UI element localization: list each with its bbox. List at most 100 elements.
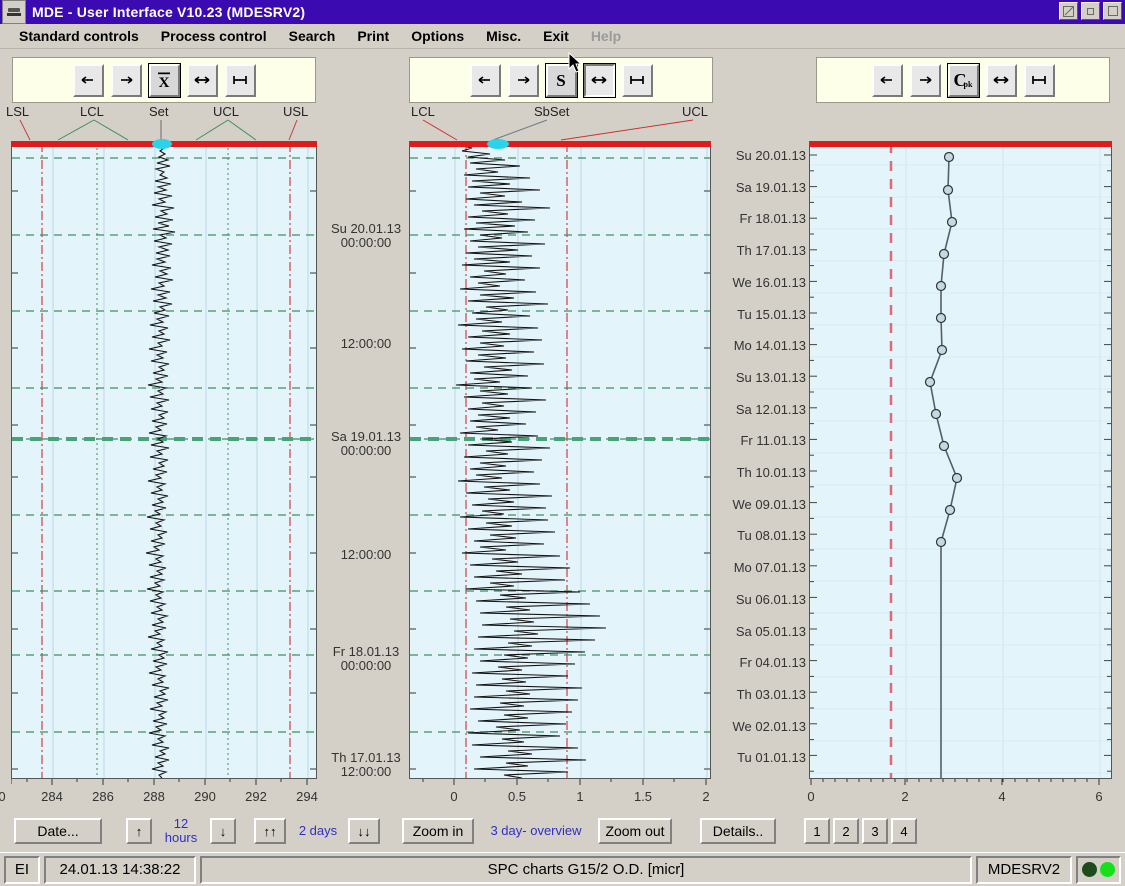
time-tick-time: 12:00:00	[326, 337, 406, 351]
expand-horizontal-button[interactable]	[187, 64, 218, 97]
cpk-date-label: Th 10.01.13	[714, 465, 806, 480]
cpk-date-label: Mo 14.01.13	[714, 338, 806, 353]
s-axis-ticks	[409, 779, 711, 789]
xbar-xtick-2: 288	[134, 789, 174, 804]
cpk-date-label: Fr 11.01.13	[714, 433, 806, 448]
cpk-date-label: We 02.01.13	[714, 719, 806, 734]
zoom-out-button[interactable]: Zoom out	[598, 818, 672, 844]
plot-edge-ticks	[810, 143, 1111, 778]
app-printer-icon	[2, 0, 26, 24]
cpk-xtick-0b: 0	[791, 789, 831, 804]
scroll-left-button[interactable]	[470, 64, 501, 97]
cpk-chart-button[interactable]: Cpk	[948, 64, 979, 97]
s-xtick-0: 0	[434, 789, 474, 804]
restore-button[interactable]	[1059, 2, 1078, 20]
time-tick-time: 12:00:00	[326, 548, 406, 562]
plot-edge-ticks	[12, 143, 316, 778]
time-tick-date: Th 17.01.13	[326, 751, 406, 765]
xbar-set-marker	[152, 139, 172, 149]
small-span-unit: hours	[160, 831, 202, 845]
page-button-3[interactable]: 3	[862, 818, 888, 844]
cpk-date-label: Tu 08.01.13	[714, 528, 806, 543]
expand-horizontal-button[interactable]	[986, 64, 1017, 97]
time-tick-5: Th 17.01.13 12:00:00	[326, 751, 406, 779]
menu-process-control[interactable]: Process control	[150, 26, 278, 46]
small-span-label: 12 hours	[160, 817, 202, 845]
s-xtick-1: 0.5	[497, 789, 537, 804]
window-title: MDE - User Interface V10.23 (MDESRV2)	[32, 4, 305, 20]
time-tick-date: Fr 18.01.13	[326, 645, 406, 659]
time-tick-time: 00:00:00	[326, 444, 406, 458]
xbar-axis-ticks	[11, 779, 317, 789]
scroll-up-button[interactable]: ↑	[126, 818, 152, 844]
menu-standard-controls[interactable]: Standard controls	[8, 26, 150, 46]
chart-controls-bar: Date... ↑ 12 hours ↓ ↑↑ 2 days ↓↓ Zoom i…	[0, 812, 1125, 850]
menu-exit[interactable]: Exit	[532, 26, 580, 46]
window-controls	[1059, 2, 1122, 20]
time-tick-time: 00:00:00	[326, 236, 406, 250]
xbar-chart-toolbar: X	[12, 57, 316, 103]
maximize-button[interactable]	[1103, 2, 1122, 20]
cpk-top-red-bar	[809, 141, 1112, 147]
xbar-chart-plot[interactable]	[11, 142, 317, 779]
cpk-date-label: Tu 15.01.13	[714, 307, 806, 322]
page-button-4[interactable]: 4	[891, 818, 917, 844]
cpk-xtick-0: 0	[0, 789, 22, 804]
time-tick-time: 00:00:00	[326, 659, 406, 673]
small-span-value: 12	[160, 817, 202, 831]
page-button-1[interactable]: 1	[804, 818, 830, 844]
time-tick-date: Su 20.01.13	[326, 222, 406, 236]
scroll-left-button[interactable]	[872, 64, 903, 97]
xbar-xtick-1: 286	[83, 789, 123, 804]
time-tick-2: Sa 19.01.13 00:00:00	[326, 430, 406, 458]
zoom-in-button[interactable]: Zoom in	[402, 818, 474, 844]
cpk-date-label: Fr 18.01.13	[714, 211, 806, 226]
shrink-horizontal-button[interactable]	[622, 64, 653, 97]
led-indicator-on	[1100, 862, 1115, 877]
menu-options[interactable]: Options	[400, 26, 475, 46]
scroll-right-button[interactable]	[111, 64, 142, 97]
s-chart-toolbar: S	[409, 57, 713, 103]
cpk-date-label: Mo 07.01.13	[714, 560, 806, 575]
menu-search[interactable]: Search	[278, 26, 347, 46]
s-xtick-4: 2	[686, 789, 726, 804]
status-timestamp: 24.01.13 14:38:22	[44, 856, 196, 884]
shrink-horizontal-button[interactable]	[1024, 64, 1055, 97]
s-chart-button[interactable]: S	[546, 64, 577, 97]
cpk-date-label: Su 20.01.13	[714, 148, 806, 163]
s-xtick-2: 1	[560, 789, 600, 804]
cpk-xtick-1: 2	[885, 789, 925, 804]
status-leds	[1076, 856, 1121, 884]
date-button[interactable]: Date...	[14, 818, 102, 844]
cpk-chart-plot[interactable]	[809, 142, 1112, 779]
xbar-xtick-3: 290	[185, 789, 225, 804]
cpk-date-label: We 09.01.13	[714, 497, 806, 512]
scroll-right-button[interactable]	[910, 64, 941, 97]
minimize-button[interactable]	[1081, 2, 1100, 20]
xbar-xtick-4: 292	[236, 789, 276, 804]
status-bar: EI 24.01.13 14:38:22 SPC charts G15/2 O.…	[0, 852, 1125, 886]
cpk-xtick-2: 4	[982, 789, 1022, 804]
cpk-date-label: Fr 04.01.13	[714, 655, 806, 670]
cpk-date-label: Su 13.01.13	[714, 370, 806, 385]
menu-misc[interactable]: Misc.	[475, 26, 532, 46]
s-chart-plot[interactable]	[409, 142, 711, 779]
s-sbset-marker	[487, 139, 509, 149]
s-top-red-bar	[409, 141, 711, 147]
details-button[interactable]: Details..	[700, 818, 776, 844]
led-indicator-off	[1082, 862, 1097, 877]
scroll-up-double-button[interactable]: ↑↑	[254, 818, 286, 844]
page-button-2[interactable]: 2	[833, 818, 859, 844]
menu-print[interactable]: Print	[346, 26, 400, 46]
expand-horizontal-button[interactable]	[584, 64, 615, 97]
cpk-date-label: Sa 19.01.13	[714, 180, 806, 195]
scroll-down-double-button[interactable]: ↓↓	[348, 818, 380, 844]
shrink-horizontal-button[interactable]	[225, 64, 256, 97]
xbar-chart-button[interactable]: X	[149, 64, 180, 97]
cpk-date-label: Th 17.01.13	[714, 243, 806, 258]
scroll-down-button[interactable]: ↓	[210, 818, 236, 844]
scroll-left-button[interactable]	[73, 64, 104, 97]
cpk-xtick-3: 6	[1079, 789, 1119, 804]
time-tick-4: Fr 18.01.13 00:00:00	[326, 645, 406, 673]
scroll-right-button[interactable]	[508, 64, 539, 97]
